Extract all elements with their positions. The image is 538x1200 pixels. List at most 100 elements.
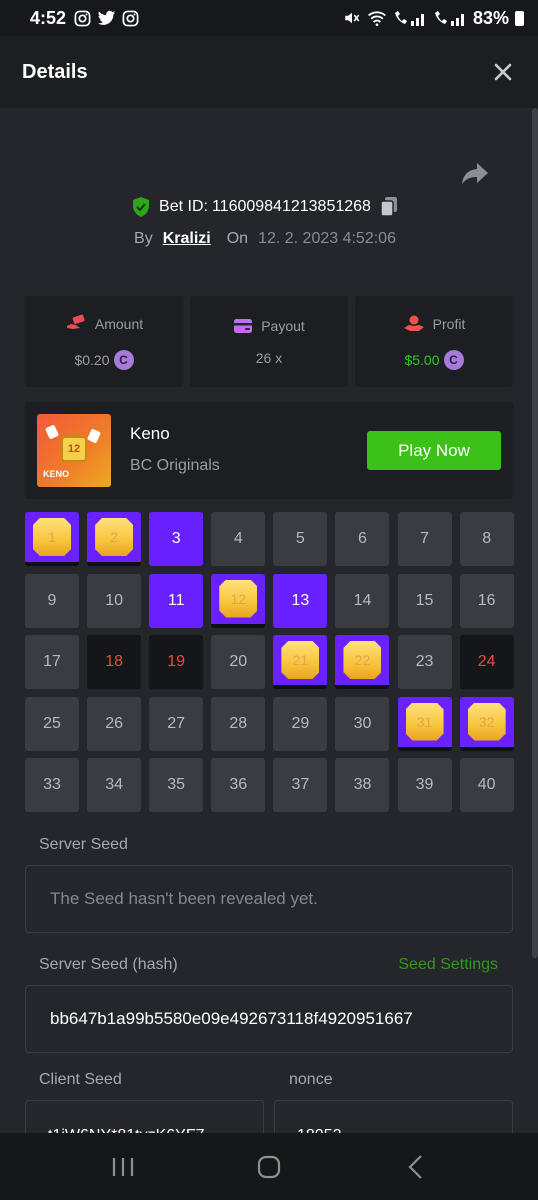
keno-cell-21[interactable]: 21 [273,635,328,689]
keno-cell-36[interactable]: 36 [211,758,266,812]
instagram-icon [74,10,91,26]
thumb-label: KENO [43,469,70,479]
gem-icon: 12 [219,579,258,618]
home-button[interactable] [239,1147,299,1187]
status-time: 4:52 [30,7,67,28]
seed-settings-link[interactable]: Seed Settings [398,956,498,974]
keno-cell-29[interactable]: 29 [273,696,328,751]
gem-icon: 2 [95,518,134,556]
amount-stat: Amount $0.20 C [25,296,183,387]
server-seed-field[interactable]: The Seed hasn't been revealed yet. [25,865,513,933]
recent-apps-button[interactable] [93,1147,153,1187]
details-header: Details [0,36,538,108]
keno-cell-28[interactable]: 28 [211,696,266,751]
amount-value: $0.20 [74,351,110,368]
gem-icon: 22 [343,641,382,679]
server-seed-hash-field[interactable]: bb647b1a99b5580e09e492673118f4920951667 [25,985,513,1053]
recent-apps-icon [112,1157,134,1176]
close-button[interactable] [490,59,516,85]
money-hand-icon [66,314,85,329]
keno-cell-32[interactable]: 32 [459,696,514,751]
keno-cell-9[interactable]: 9 [25,573,79,628]
keno-cell-7[interactable]: 7 [397,512,452,566]
bet-stats: Amount $0.20 C Payout 26 x Profit $5.00 [25,296,513,387]
keno-cell-12[interactable]: 12 [211,573,266,628]
keno-cell-34[interactable]: 34 [87,758,142,812]
back-icon [408,1154,422,1179]
bet-date: 12. 2. 2023 4:52:06 [258,230,396,247]
keno-cell-11[interactable]: 11 [149,573,204,628]
coin-icon: C [443,349,464,370]
keno-cell-3[interactable]: 3 [149,512,204,566]
keno-cell-23[interactable]: 23 [397,635,452,689]
battery-level: 83% [472,7,509,28]
keno-cell-16[interactable]: 16 [459,573,514,628]
wallet-icon [234,318,253,333]
payout-value: 26 x [255,349,283,366]
game-card: 12 KENO Keno BC Originals Play Now [25,402,513,499]
user-link[interactable]: Kralizi [163,230,211,248]
gem-icon: 31 [405,702,444,741]
keno-thumbnail[interactable]: 12 KENO [37,414,111,487]
keno-cell-1[interactable]: 1 [25,512,79,566]
keno-cell-15[interactable]: 15 [397,573,452,628]
server-seed-hash-label: Server Seed (hash) [39,956,178,973]
close-icon [494,63,512,81]
nonce-field[interactable]: 18052 [274,1100,513,1133]
keno-cell-22[interactable]: 22 [335,635,390,689]
game-name: Keno [130,424,170,443]
keno-cell-30[interactable]: 30 [335,696,390,751]
signal-icon [394,11,424,26]
profit-value: $5.00 [404,351,440,368]
scrollbar[interactable] [532,108,538,958]
keno-cell-17[interactable]: 17 [25,635,79,689]
keno-cell-24[interactable]: 24 [459,635,514,689]
back-button[interactable] [385,1147,445,1187]
thumb-number: 12 [61,436,87,462]
share-icon[interactable] [460,158,490,188]
battery-icon [515,10,524,26]
keno-cell-39[interactable]: 39 [397,758,452,812]
game-provider: BC Originals [130,457,220,474]
shield-icon [133,197,150,217]
keno-cell-6[interactable]: 6 [335,512,390,566]
on-label: On [226,230,249,247]
profit-label: Profit [432,315,466,332]
details-content[interactable]: Bet ID: 116009841213851268 By Kralizi On… [0,108,530,1133]
keno-cell-26[interactable]: 26 [87,696,142,751]
keno-cell-8[interactable]: 8 [459,512,514,566]
status-bar: 4:52 83% [0,0,538,36]
keno-cell-25[interactable]: 25 [25,696,79,751]
keno-cell-10[interactable]: 10 [87,573,142,628]
bet-id-label: Bet ID: [159,198,208,215]
keno-cell-14[interactable]: 14 [335,573,390,628]
play-now-button[interactable]: Play Now [367,431,501,470]
keno-cell-33[interactable]: 33 [25,758,79,812]
keno-grid: 1 2 3 4 5 6 7 8 9 10 11 12 13 14 15 16 17 18 19 20 21 22 23 24 2… [25,512,514,812]
keno-cell-18[interactable]: 18 [87,635,142,689]
page-title: Details [22,60,88,83]
mute-icon [345,12,360,24]
gem-icon: 1 [33,518,71,556]
keno-cell-31[interactable]: 31 [397,696,452,751]
keno-cell-2[interactable]: 2 [87,512,142,566]
keno-cell-38[interactable]: 38 [335,758,390,812]
keno-cell-20[interactable]: 20 [211,635,266,689]
keno-cell-4[interactable]: 4 [211,512,266,566]
keno-cell-37[interactable]: 37 [273,758,328,812]
keno-cell-27[interactable]: 27 [149,696,204,751]
keno-cell-13[interactable]: 13 [273,573,328,628]
gem-icon: 32 [467,702,506,741]
copy-icon[interactable] [379,196,399,218]
client-seed-field[interactable]: t1iW6NY*81tvzK6YF7 [25,1100,264,1133]
keno-cell-40[interactable]: 40 [459,758,514,812]
client-seed-label: Client Seed [39,1071,122,1088]
keno-cell-19[interactable]: 19 [149,635,204,689]
gem-icon: 21 [281,641,320,679]
keno-cell-5[interactable]: 5 [273,512,328,566]
bet-id-row: Bet ID: 116009841213851268 [0,196,530,218]
keno-cell-35[interactable]: 35 [149,758,204,812]
bet-id-value: 116009841213851268 [211,198,371,215]
payout-stat: Payout 26 x [190,296,348,387]
home-icon [257,1155,281,1178]
